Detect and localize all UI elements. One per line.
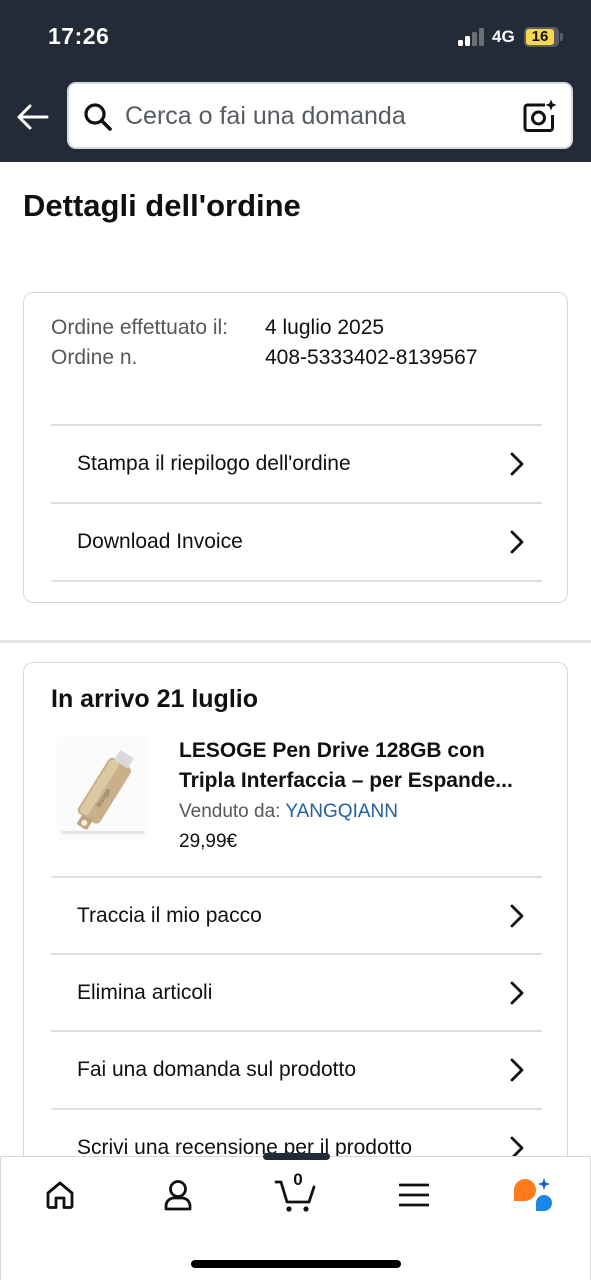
network-type: 4G	[492, 27, 515, 46]
seller-label: Venduto da:	[179, 801, 281, 822]
download-invoice-button[interactable]: Download Invoice	[51, 503, 542, 580]
order-number-label: Ordine n.	[51, 346, 138, 369]
usb-flash-drive-image[interactable]: lesoge	[57, 737, 149, 841]
search-icon	[84, 103, 112, 131]
nav-account[interactable]	[153, 1175, 203, 1215]
divider	[51, 580, 542, 582]
home-indicator	[191, 1260, 401, 1268]
back-arrow-icon	[17, 104, 49, 130]
cellular-signal-icon	[458, 28, 486, 46]
arrival-date-heading: In arrivo 21 luglio	[51, 685, 258, 713]
product-title[interactable]: LESOGE Pen Drive 128GB con Tripla Interf…	[179, 736, 544, 796]
chevron-right-icon	[510, 1058, 524, 1082]
nav-home[interactable]	[35, 1175, 85, 1215]
remove-items-button[interactable]: Elimina articoli	[51, 954, 542, 1031]
chevron-right-icon	[510, 530, 524, 554]
menu-icon	[399, 1183, 429, 1207]
nav-menu[interactable]	[389, 1175, 439, 1215]
back-button[interactable]	[15, 98, 51, 136]
product-price: 29,99€	[179, 831, 238, 852]
seller-info: Venduto da: YANGQIANN	[179, 801, 398, 823]
battery-level: 16	[531, 28, 549, 45]
chevron-right-icon	[510, 904, 524, 928]
home-icon	[46, 1181, 74, 1209]
nav-rufus[interactable]	[507, 1175, 557, 1215]
shipment-card: In arrivo 21 luglio lesoge LESOGE Pen Dr…	[23, 662, 568, 1182]
track-package-button[interactable]: Traccia il mio pacco	[51, 877, 542, 954]
app-header: 17:26 4G 16	[0, 0, 591, 162]
section-separator	[0, 640, 591, 643]
account-icon	[164, 1180, 192, 1211]
track-package-label: Traccia il mio pacco	[77, 904, 262, 927]
camera-search-icon[interactable]	[523, 99, 557, 133]
product-title-line2: Tripla Interfaccia – per Espande...	[179, 769, 513, 792]
page-title: Dettagli dell'ordine	[23, 188, 301, 223]
order-number-value: 408-5333402-8139567	[265, 346, 478, 369]
print-summary-label: Stampa il riepilogo dell'ordine	[77, 452, 351, 475]
cart-count: 0	[293, 1170, 303, 1189]
product-title-line1: LESOGE Pen Drive 128GB con	[179, 739, 485, 762]
search-bar[interactable]	[67, 82, 573, 149]
order-date-value: 4 luglio 2025	[265, 316, 385, 339]
remove-items-label: Elimina articoli	[77, 981, 213, 1004]
chevron-right-icon	[510, 981, 524, 1005]
battery-icon: 16	[524, 27, 563, 47]
status-time: 17:26	[48, 23, 110, 49]
order-summary-card: Ordine effettuato il: Ordine n. 4 luglio…	[23, 292, 568, 603]
ask-product-question-button[interactable]: Fai una domanda sul prodotto	[51, 1031, 542, 1108]
order-date-label: Ordine effettuato il:	[51, 316, 229, 339]
ask-product-question-label: Fai una domanda sul prodotto	[77, 1058, 357, 1081]
download-invoice-label: Download Invoice	[77, 530, 243, 553]
seller-link[interactable]: YANGQIANN	[285, 801, 398, 822]
chevron-right-icon	[510, 452, 524, 476]
search-input[interactable]	[125, 98, 505, 134]
print-summary-button[interactable]: Stampa il riepilogo dell'ordine	[51, 425, 542, 502]
rufus-assistant-icon	[514, 1178, 552, 1211]
nav-cart[interactable]: 0	[271, 1170, 321, 1215]
active-tab-indicator	[263, 1153, 330, 1160]
